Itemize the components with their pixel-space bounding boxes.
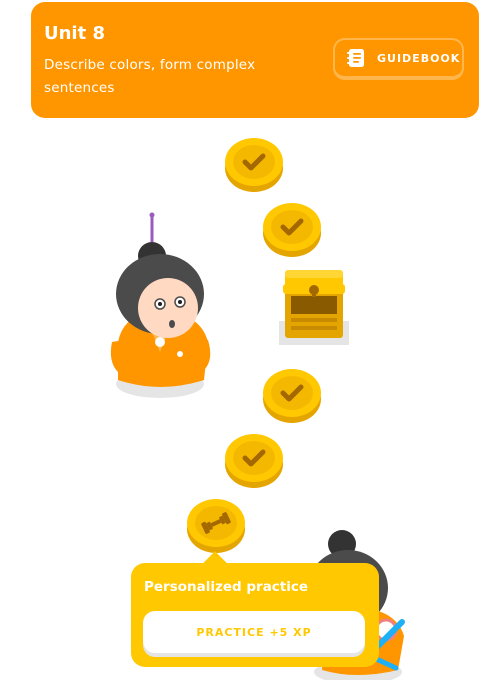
notebook-icon	[345, 47, 367, 69]
lesson-node-completed[interactable]	[224, 433, 284, 489]
lesson-node-completed[interactable]	[262, 368, 322, 424]
guidebook-label: GUIDEBOOK	[377, 51, 461, 65]
learning-path-page: Unit 8 Describe colors, form complex sen…	[0, 0, 489, 680]
character-illustration	[104, 212, 216, 402]
practice-button[interactable]: PRACTICE +5 XP	[143, 611, 365, 653]
lesson-node-completed[interactable]	[224, 137, 284, 193]
unit-header: Unit 8 Describe colors, form complex sen…	[31, 2, 479, 118]
practice-popup: Personalized practice PRACTICE +5 XP	[131, 563, 379, 667]
practice-button-label: PRACTICE +5 XP	[196, 625, 312, 639]
treasure-chest-icon	[279, 270, 349, 345]
unit-description: Describe colors, form complex sentences	[44, 57, 256, 96]
path-node-partial	[186, 674, 246, 680]
unit-title: Unit 8	[44, 23, 105, 44]
treasure-chest-node[interactable]	[279, 266, 349, 346]
practice-node-current[interactable]	[186, 498, 246, 554]
popup-title: Personalized practice	[144, 579, 309, 595]
lesson-node-completed[interactable]	[262, 202, 322, 258]
guidebook-button[interactable]: GUIDEBOOK	[333, 38, 464, 80]
